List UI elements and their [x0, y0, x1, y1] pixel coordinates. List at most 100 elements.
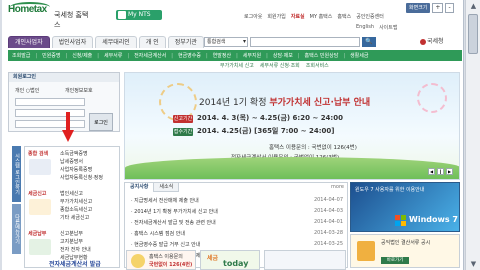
top-link[interactable]: MY 홈택스	[310, 13, 333, 21]
banner-bullet-hometax: 홈택스 이용문의 : 국번없이 126(4번)	[269, 145, 357, 151]
banner-prev-button[interactable]: ◀	[428, 168, 435, 175]
public-corp-button[interactable]: 바로가기	[381, 257, 409, 264]
tab-user-type[interactable]: 개 인	[138, 36, 166, 48]
tab-user-type[interactable]: 법인사업자	[51, 36, 94, 48]
menu-group-title[interactable]: 종합 검색	[28, 150, 48, 157]
notice-row[interactable]: · 전자세금계산서 발급 및 전송 관련 안내 2014-04-01	[131, 219, 343, 226]
menu-item[interactable]: 기타 세금신고	[60, 214, 89, 221]
menu-item[interactable]: 납세증명서	[60, 158, 83, 165]
subnav-item[interactable]: 부가가치세 신고	[220, 62, 254, 71]
nav-item[interactable]: 세무서류	[104, 52, 122, 59]
menu-item[interactable]: 신고분납부	[60, 230, 83, 237]
notice-date: 2014-04-01	[313, 219, 343, 225]
menu-item[interactable]: 부가가치세신고	[60, 198, 92, 205]
top-links-secondary: English 사이트맵	[356, 24, 397, 31]
notice-row[interactable]: · 지급명세서 전산매체 제출 안내 2014-04-07	[131, 197, 343, 204]
top-link[interactable]: 공인인증센터	[356, 13, 384, 21]
notice-title: · 지급명세서 전산매체 제출 안내	[131, 198, 199, 204]
login-id-field[interactable]	[15, 98, 85, 106]
login-button[interactable]: 로그인	[89, 113, 113, 131]
nav-item[interactable]: 전자세금계산서	[134, 52, 166, 59]
top-link[interactable]: 자료실	[291, 13, 305, 21]
notice-more-link[interactable]: more	[331, 184, 344, 190]
font-size-minus-button[interactable]: -	[445, 3, 454, 13]
banner-line-filing: 2014. 4. 3(목) ~ 4.25(금) 6:20 ~ 24:00	[197, 113, 343, 123]
subnav-item[interactable]: 조회서비스	[306, 62, 329, 71]
notice-row[interactable]: · 현금영수증 발급 거부 신고 안내 2014-03-25	[131, 241, 343, 248]
public-corp-text: 공익법인 결산서류 공시	[381, 240, 431, 246]
windows7-ad[interactable]: 윈도우 7 사용자를 위한 이용안내 Windows 7	[350, 182, 460, 232]
top-link[interactable]: 회원가입	[267, 13, 285, 21]
search-button[interactable]: 🔍	[362, 37, 376, 47]
menu-item[interactable]: 종합소득세신고	[60, 206, 92, 213]
scroll-up-icon[interactable]: ▲	[466, 0, 480, 12]
banner-line-receipt-text: 2014. 4.25(금) [365일 7:00 ~ 24:00]	[197, 127, 335, 135]
menu-item[interactable]: 전자 전자 안내	[60, 246, 91, 253]
notice-row[interactable]: · 홈택스 시스템 점검 안내 2014-03-28	[131, 230, 343, 237]
nav-item[interactable]: 신청/제출	[72, 52, 92, 59]
login-password-field[interactable]	[15, 120, 85, 128]
vtab-other-menu[interactable]: 다른메뉴가기	[12, 204, 21, 254]
banner-pause-button[interactable]: ‖	[437, 168, 444, 175]
nav-separator: |	[35, 52, 38, 59]
nav-separator: |	[205, 52, 208, 59]
menu-item[interactable]: 소득금액증명	[60, 150, 88, 157]
nav-item[interactable]: 상담·제보	[273, 52, 293, 59]
subnav-item[interactable]: 세무서류 신청·조회	[260, 62, 300, 71]
main-banner[interactable]: 2014년 1기 확정 부가가치세 신고·납부 안내 신고기간 2014. 4.…	[124, 72, 460, 180]
menu-item[interactable]: 사업자등록신청·정정	[60, 174, 103, 181]
banner-title: 2014년 1기 확정 부가가치세 신고·납부 안내	[199, 95, 370, 108]
tab-user-type[interactable]: 개인사업자	[8, 36, 50, 48]
pinwheel-right-icon	[417, 83, 447, 113]
document-icon	[357, 241, 375, 261]
tab-user-type[interactable]: 세무대리인	[95, 36, 137, 48]
login-cert-select[interactable]	[15, 109, 85, 117]
nav-separator: |	[65, 52, 68, 59]
nav-item[interactable]: 민원증명	[42, 52, 60, 59]
tax-today-sub: today	[223, 259, 249, 268]
nav-separator: |	[97, 52, 99, 59]
tax-today-card[interactable]: 세금 today	[200, 250, 260, 270]
nav-item[interactable]: 현금영수증	[178, 52, 201, 59]
banner-line-receipt: 2014. 4.25(금) [365일 7:00 ~ 24:00]	[197, 126, 334, 136]
login-type-radio[interactable]: 개인 ○법인	[15, 87, 39, 94]
menu-item[interactable]: 법인세신고	[60, 190, 83, 197]
tab-news[interactable]: 새소식	[154, 183, 180, 192]
nav-item[interactable]: 연말정산	[213, 52, 231, 59]
menu-einvoice-highlight[interactable]: 전자세금계산서 발급	[49, 259, 101, 268]
tab-user-type[interactable]: 정부기관	[167, 36, 204, 48]
hometax-contact-card[interactable]: 홈택스 이용문의 국번없이 126(4번)	[126, 250, 196, 270]
font-size-controls: 화면크기 + -	[406, 3, 454, 13]
vtab-system-login[interactable]: 시스템 로그인하기	[12, 146, 21, 202]
nav-item[interactable]: 홈택스 민원상담	[305, 52, 339, 59]
nav-separator: |	[297, 52, 300, 59]
login-privacy-link[interactable]: 개인정보보호	[65, 87, 93, 94]
nav-item[interactable]: 생활세금	[350, 52, 368, 59]
sitemap-link[interactable]: 사이트맵	[379, 24, 397, 31]
nts-brand[interactable]: 국세청	[420, 36, 444, 45]
menu-group-title[interactable]: 세금납부	[28, 230, 46, 237]
public-corp-ad[interactable]: 공익법인 결산서류 공시 바로가기	[350, 234, 460, 268]
hometax-logo[interactable]: Hometax 국세청 홈택스	[8, 2, 94, 29]
menu-item[interactable]: 고지분납부	[60, 238, 83, 245]
my-nts-button[interactable]: My NTS	[116, 10, 162, 20]
nav-item[interactable]: 조회발급	[12, 52, 30, 59]
menu-item[interactable]: 사업자등록증명	[60, 166, 92, 173]
scrollbar-thumb[interactable]	[468, 14, 478, 54]
bottom-card-3[interactable]	[264, 250, 346, 270]
nav-item[interactable]: 세무지원	[243, 52, 261, 59]
menu-group-title[interactable]: 세금신고	[28, 190, 46, 197]
tab-notices[interactable]: 공지사항	[125, 183, 155, 192]
vertical-scrollbar[interactable]: ▲ ▼	[465, 0, 480, 270]
notice-row[interactable]: · 2014년 1기 확정 부가가치세 신고 안내 2014-04-03	[131, 208, 343, 215]
top-link[interactable]: 홈택스	[337, 13, 351, 21]
search-scope-select[interactable]: 통합검색	[204, 37, 248, 47]
banner-controls: ◀ ‖ ▶	[428, 168, 453, 175]
banner-next-button[interactable]: ▶	[446, 168, 453, 175]
scroll-down-icon[interactable]: ▼	[466, 258, 480, 270]
search-input[interactable]	[250, 37, 360, 47]
font-size-plus-button[interactable]: +	[432, 3, 444, 13]
english-link[interactable]: English	[356, 24, 374, 31]
top-link[interactable]: 로그아웃	[244, 13, 262, 21]
menu-group-icon	[29, 239, 51, 255]
